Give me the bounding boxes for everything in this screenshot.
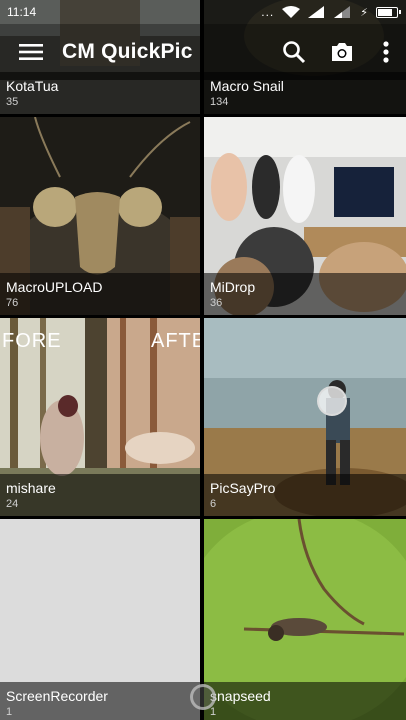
album-tile-snapseed[interactable]: snapseed 1 [204,519,406,720]
app-title: CM QuickPic [62,40,193,63]
album-count: 35 [6,96,19,108]
before-label: FORE [2,330,62,352]
album-caption: PicSayPro 6 [204,474,406,516]
album-count: 134 [210,96,229,108]
album-count: 36 [210,297,223,309]
album-tile-mishare[interactable]: FORE AFTE mishare 24 [0,318,200,516]
status-bar: 11:14 ... ⚡ [0,0,406,24]
status-icons: ... ⚡ [261,5,401,19]
status-time: 11:14 [7,5,37,19]
battery-icon [376,6,401,18]
album-tile-picsaypro[interactable]: PicSayPro 6 [204,318,406,516]
album-tile-macroupload[interactable]: MacroUPLOAD 76 [0,117,200,315]
album-tile-screenrecorder[interactable]: ScreenRecorder 1 [0,519,200,720]
album-count: 24 [6,498,19,510]
album-count: 1 [210,706,217,718]
more-vert-icon[interactable] [366,24,406,80]
album-count: 6 [210,498,217,510]
album-name: KotaTua [6,78,59,94]
album-name: PicSayPro [210,480,276,496]
album-name: snapseed [210,688,271,704]
touch-indicator [317,386,347,416]
album-tile-midrop[interactable]: MiDrop 36 [204,117,406,315]
after-label: AFTE [151,330,200,352]
camera-icon[interactable] [318,24,366,80]
album-name: MiDrop [210,279,256,295]
album-name: Macro Snail [210,78,284,94]
album-count: 76 [6,297,19,309]
album-caption: ScreenRecorder 1 [0,682,200,720]
album-name: MacroUPLOAD [6,279,103,295]
album-caption: snapseed 1 [204,682,406,720]
app-bar: CM QuickPic [0,24,406,80]
album-caption: MiDrop 36 [204,273,406,315]
album-name: ScreenRecorder [6,688,108,704]
signal-icon [308,6,326,18]
charging-icon: ⚡ [360,6,368,19]
notification-dots: ... [261,5,275,19]
album-grid: KotaTua 35 Macro Snail 134 MacroUPLOAD 7… [0,0,406,720]
album-caption: mishare 24 [0,474,200,516]
album-count: 1 [6,706,13,718]
signal-icon-2 [334,6,352,18]
search-icon[interactable] [270,24,318,80]
album-name: mishare [6,480,56,496]
wifi-icon [282,6,301,18]
album-caption: MacroUPLOAD 76 [0,273,200,315]
menu-icon[interactable] [0,24,62,80]
touch-indicator-bottom [190,684,216,710]
